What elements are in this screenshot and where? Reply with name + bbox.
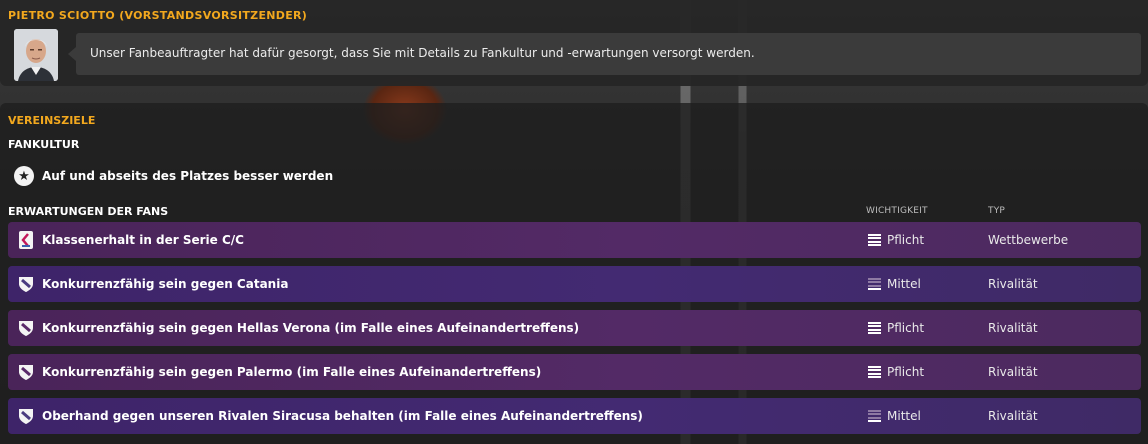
expectations-list: Klassenerhalt in der Serie C/C Pflicht W… [8, 222, 1141, 442]
column-header-importance[interactable]: WICHTIGKEIT [866, 206, 928, 216]
expectation-text: Konkurrenzfähig sein gegen Catania [42, 277, 289, 291]
type-label: Rivalität [988, 277, 1038, 291]
importance-label: Pflicht [887, 365, 925, 379]
type-label: Rivalität [988, 321, 1038, 335]
fan-culture-text: Auf und abseits des Platzes besser werde… [42, 169, 334, 183]
fan-culture-title: FANKULTUR [8, 138, 80, 151]
importance-label: Pflicht [887, 233, 925, 247]
importance-cell: Pflicht [868, 365, 924, 379]
expectation-row[interactable]: Klassenerhalt in der Serie C/C Pflicht W… [8, 222, 1141, 258]
chairman-message-panel: PIETRO SCIOTTO (VORSTANDSVORSITZENDER) U… [0, 0, 1148, 86]
message-text: Unser Fanbeauftragter hat dafür gesorgt,… [90, 46, 755, 60]
section-title: VEREINSZIELE [8, 114, 96, 127]
importance-bars-icon [868, 322, 881, 334]
expectation-row[interactable]: Oberhand gegen unseren Rivalen Siracusa … [8, 398, 1141, 434]
importance-cell: Mittel [868, 409, 921, 423]
expectation-row[interactable]: Konkurrenzfähig sein gegen Catania Mitte… [8, 266, 1141, 302]
fan-culture-item: ★ Auf und abseits des Platzes besser wer… [14, 165, 333, 187]
importance-bars-icon [868, 278, 881, 290]
chairman-avatar[interactable] [14, 29, 58, 81]
importance-label: Pflicht [887, 321, 925, 335]
club-crest-icon [18, 275, 34, 293]
competition-logo-icon [18, 231, 34, 249]
type-label: Wettbewerbe [988, 233, 1069, 247]
importance-cell: Pflicht [868, 321, 924, 335]
star-icon: ★ [14, 166, 34, 186]
type-label: Rivalität [988, 409, 1038, 423]
importance-label: Mittel [887, 409, 921, 423]
column-header-type[interactable]: TYP [988, 206, 1005, 216]
club-crest-icon [18, 363, 34, 381]
expectation-text: Klassenerhalt in der Serie C/C [42, 233, 244, 247]
expectation-row[interactable]: Konkurrenzfähig sein gegen Hellas Verona… [8, 310, 1141, 346]
importance-label: Mittel [887, 277, 921, 291]
importance-cell: Mittel [868, 277, 921, 291]
expectation-text: Konkurrenzfähig sein gegen Palermo (im F… [42, 365, 542, 379]
importance-bars-icon [868, 366, 881, 378]
club-crest-icon [18, 407, 34, 425]
expectation-text: Oberhand gegen unseren Rivalen Siracusa … [42, 409, 643, 423]
message-sender: PIETRO SCIOTTO (VORSTANDSVORSITZENDER) [8, 9, 308, 22]
expectation-row[interactable]: Konkurrenzfähig sein gegen Palermo (im F… [8, 354, 1141, 390]
importance-bars-icon [868, 234, 881, 246]
type-label: Rivalität [988, 365, 1038, 379]
expectation-text: Konkurrenzfähig sein gegen Hellas Verona… [42, 321, 580, 335]
importance-cell: Pflicht [868, 233, 924, 247]
importance-bars-icon [868, 410, 881, 422]
club-crest-icon [18, 319, 34, 337]
fan-expectations-title: ERWARTUNGEN DER FANS [8, 205, 169, 218]
club-goals-panel: VEREINSZIELE FANKULTUR ★ Auf und abseits… [0, 103, 1148, 444]
message-bubble: Unser Fanbeauftragter hat dafür gesorgt,… [68, 33, 1141, 75]
